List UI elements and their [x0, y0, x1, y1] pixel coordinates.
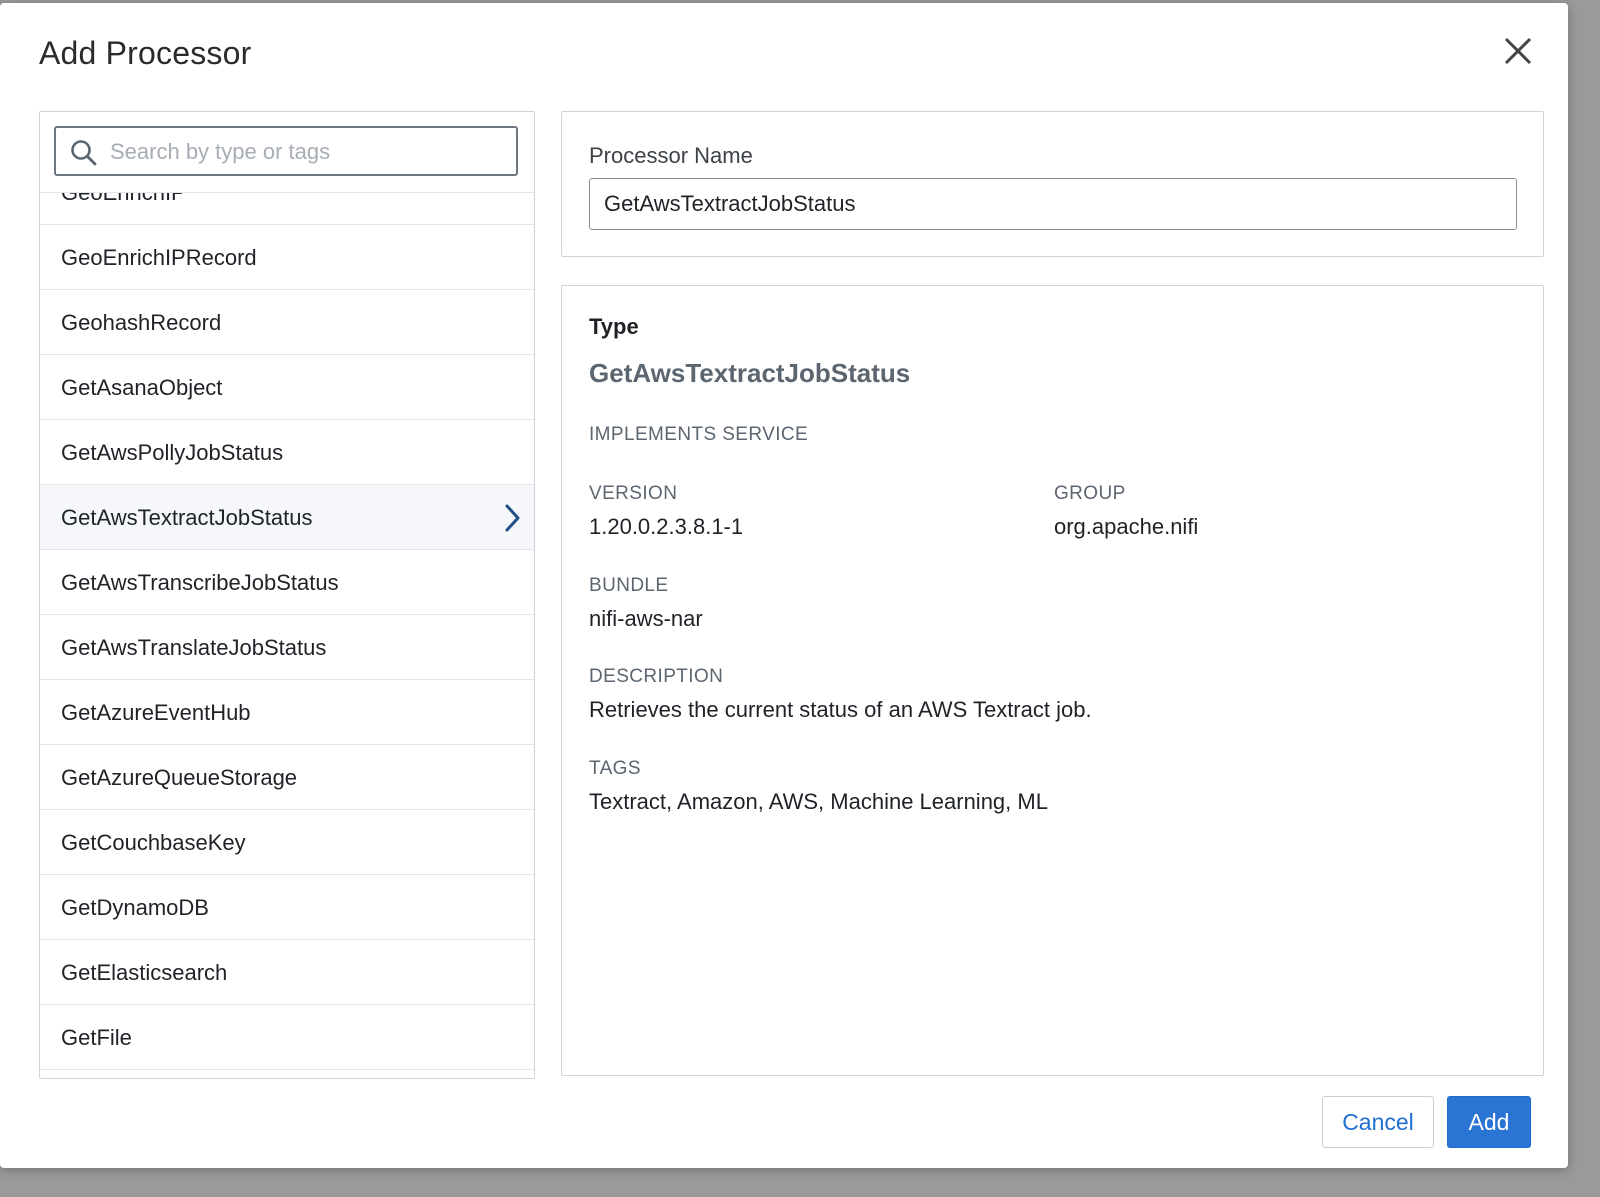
list-item-label: GeohashRecord — [61, 310, 222, 335]
group-value: org.apache.nifi — [1054, 514, 1199, 539]
search-area — [40, 112, 534, 193]
type-value: GetAwsTextractJobStatus — [589, 358, 911, 388]
implements-service-label: IMPLEMENTS SERVICE — [589, 424, 809, 445]
version-value: 1.20.0.2.3.8.1-1 — [589, 514, 744, 539]
tags-value: Textract, Amazon, AWS, Machine Learning,… — [589, 789, 1048, 814]
chevron-right-icon — [505, 504, 520, 532]
list-item-label: GetAzureEventHub — [61, 700, 251, 725]
list-item[interactable]: GetAzureQueueStorage — [40, 745, 534, 810]
search-input[interactable] — [108, 136, 512, 168]
description-label: DESCRIPTION — [589, 666, 724, 687]
tags-label: TAGS — [589, 758, 641, 779]
bundle-value: nifi-aws-nar — [589, 606, 703, 631]
search-icon — [71, 140, 97, 166]
list-item[interactable]: GetAzureEventHub — [40, 680, 534, 745]
processor-name-input[interactable] — [589, 178, 1517, 230]
list-item[interactable]: GetElasticsearch — [40, 940, 534, 1005]
list-item-label: GetAwsTranscribeJobStatus — [61, 570, 339, 595]
processor-name-label: Processor Name — [589, 143, 753, 168]
group-label: GROUP — [1054, 483, 1126, 504]
list-item-label: GetAwsPollyJobStatus — [61, 440, 284, 465]
list-item-label: GetAzureQueueStorage — [61, 765, 298, 790]
description-value: Retrieves the current status of an AWS T… — [589, 697, 1092, 722]
type-heading: Type — [589, 314, 639, 339]
list-item[interactable]: GetAwsTranscribeJobStatus — [40, 550, 534, 615]
version-label: VERSION — [589, 483, 678, 504]
list-item[interactable]: GetAwsTranslateJobStatus — [40, 615, 534, 680]
processor-list: GeoEnrichIP GeoEnrichIPRecord GeohashRec… — [40, 160, 534, 1070]
add-button[interactable]: Add — [1447, 1096, 1531, 1148]
list-item-selected[interactable]: GetAwsTextractJobStatus — [40, 485, 534, 550]
list-item[interactable]: GetDynamoDB — [40, 875, 534, 940]
list-item[interactable]: GetFile — [40, 1005, 534, 1070]
list-item[interactable]: GetAsanaObject — [40, 355, 534, 420]
processor-name-panel: Processor Name — [561, 111, 1544, 257]
list-item-label: GeoEnrichIPRecord — [61, 245, 257, 270]
processor-details-panel: Type GetAwsTextractJobStatus IMPLEMENTS … — [561, 285, 1544, 1076]
list-item-label: GetAwsTranslateJobStatus — [61, 635, 327, 660]
add-processor-dialog: Add Processor GeoEnrichIP GeoEnrichIPRec… — [0, 3, 1568, 1168]
dialog-title: Add Processor — [39, 35, 252, 71]
list-item-label: GetDynamoDB — [61, 895, 209, 920]
list-item-label: GetElasticsearch — [61, 960, 228, 985]
cancel-button[interactable]: Cancel — [1322, 1096, 1434, 1148]
search-box[interactable] — [54, 126, 518, 176]
list-item[interactable]: GetAwsPollyJobStatus — [40, 420, 534, 485]
list-item-label: GetAwsTextractJobStatus — [61, 505, 313, 530]
list-item[interactable]: GeohashRecord — [40, 290, 534, 355]
bundle-label: BUNDLE — [589, 575, 669, 596]
close-icon[interactable] — [1498, 31, 1538, 71]
list-item[interactable]: GeoEnrichIPRecord — [40, 225, 534, 290]
list-item-label: GetFile — [61, 1025, 132, 1050]
list-item-label: GetCouchbaseKey — [61, 830, 246, 855]
list-item-label: GetAsanaObject — [61, 375, 223, 400]
processor-list-panel: GeoEnrichIP GeoEnrichIPRecord GeohashRec… — [39, 111, 535, 1079]
list-item[interactable]: GetCouchbaseKey — [40, 810, 534, 875]
